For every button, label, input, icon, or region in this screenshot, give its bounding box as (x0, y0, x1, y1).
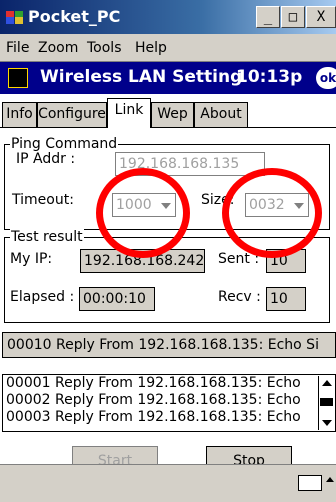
list-item[interactable]: 00001 Reply From 192.168.168.135: Echo (3, 375, 315, 392)
timeout-label: Timeout: (12, 192, 74, 208)
ip-addr-input[interactable]: 192.168.168.135 (115, 152, 265, 176)
size-dropdown[interactable]: 0032 (245, 193, 309, 217)
tab-wep[interactable]: Wep (151, 102, 194, 127)
size-chevron-down-icon[interactable] (290, 194, 308, 216)
pocketpc-command-bar (0, 464, 336, 502)
menu-zoom[interactable]: Zoom (38, 40, 78, 56)
tab-configure[interactable]: Configure (37, 102, 107, 127)
my-ip-label: My IP: (10, 251, 53, 267)
timeout-chevron-down-icon[interactable] (157, 194, 175, 216)
size-label: Size: (201, 192, 235, 208)
sent-value: 10 (266, 249, 306, 273)
maximize-button[interactable]: □ (281, 6, 305, 28)
window-title: Pocket_PC (28, 7, 121, 26)
list-item[interactable]: 00003 Reply From 192.168.168.135: Echo (3, 409, 315, 426)
reply-log-list[interactable]: 00001 Reply From 192.168.168.135: Echo 0… (2, 374, 336, 432)
log-scrollbar[interactable] (318, 376, 334, 430)
sent-label: Sent : (218, 251, 260, 267)
last-reply-status: 00010 Reply From 192.168.168.135: Echo S… (2, 332, 336, 358)
timeout-dropdown[interactable]: 1000 (112, 193, 176, 217)
elapsed-value: 00:00:10 (79, 287, 155, 311)
tab-about[interactable]: About (194, 102, 248, 127)
ip-addr-label: IP Addr : (16, 151, 76, 167)
my-ip-value: 192.168.168.242 (80, 249, 205, 273)
pocketpc-navbar: Wireless LAN Setting 10:13p ok (0, 62, 336, 94)
recv-label: Recv : (218, 289, 261, 305)
tab-link[interactable]: Link (107, 98, 151, 128)
scroll-thumb[interactable] (320, 398, 333, 406)
test-result-legend: Test result (10, 229, 84, 245)
window-menubar: File Zoom Tools Help (0, 34, 336, 62)
close-button[interactable]: X (306, 6, 336, 28)
start-menu-icon[interactable] (8, 68, 28, 88)
size-value: 0032 (249, 197, 285, 213)
window-title-bar: Pocket_PC _ □ X (0, 0, 336, 34)
timeout-value: 1000 (116, 197, 152, 213)
menu-file[interactable]: File (6, 40, 29, 56)
minimize-button[interactable]: _ (256, 6, 280, 28)
app-title: Wireless LAN Setting (40, 67, 243, 87)
sip-up-arrow-icon[interactable] (326, 477, 334, 482)
elapsed-label: Elapsed : (10, 289, 75, 305)
clock: 10:13p (236, 67, 303, 87)
list-item[interactable]: 00002 Reply From 192.168.168.135: Echo (3, 392, 315, 409)
scroll-down-arrow-icon[interactable] (319, 416, 334, 430)
scroll-up-arrow-icon[interactable] (319, 376, 334, 390)
tab-info[interactable]: Info (2, 102, 37, 127)
app-content: Info Configure Link Wep About Ping Comma… (0, 94, 336, 476)
menu-tools[interactable]: Tools (87, 40, 122, 56)
ok-button[interactable]: ok (316, 67, 336, 89)
ping-command-legend: Ping Command (10, 136, 119, 152)
keyboard-icon[interactable] (298, 475, 322, 491)
pocketpc-app-icon (6, 11, 23, 24)
recv-value: 10 (266, 287, 306, 311)
menu-help[interactable]: Help (135, 40, 167, 56)
tab-divider (0, 127, 336, 128)
